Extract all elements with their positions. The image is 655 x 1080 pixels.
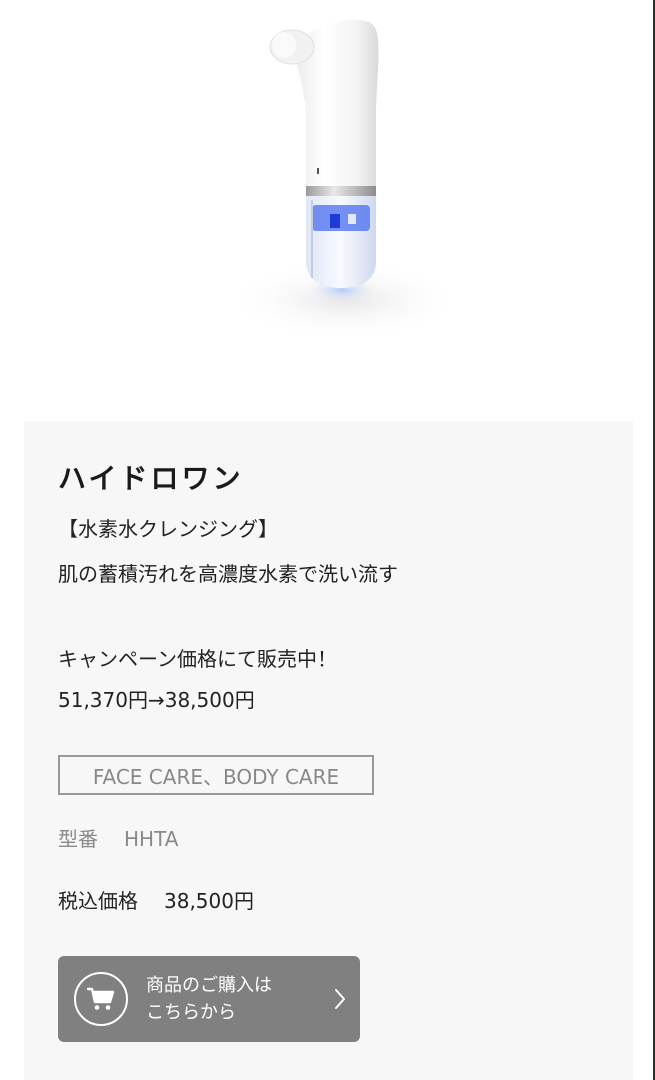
purchase-button[interactable]: 商品のご購入は こちらから <box>58 956 360 1042</box>
price-label: 税込価格 <box>58 889 138 913</box>
price-change-text: 51,370円→38,500円 <box>58 688 255 712</box>
cart-icon <box>74 972 128 1026</box>
category-tag-label: FACE CARE、BODY CARE <box>92 764 340 789</box>
chevron-right-icon <box>334 988 346 1014</box>
model-label: 型番 <box>58 827 98 851</box>
product-info-card: ハイドロワン 【水素水クレンジング】 肌の蓄積汚れを高濃度水素で洗い流す キャン… <box>24 421 633 1080</box>
product-image <box>0 0 653 420</box>
tax-included-price-row: 税込価格 38,500円 <box>58 887 254 915</box>
campaign-text: キャンペーン価格にて販売中！ <box>58 647 337 671</box>
model-number-row: 型番 HHTA <box>58 825 178 853</box>
category-tag[interactable]: FACE CARE、BODY CARE <box>58 755 374 795</box>
price-value: 38,500円 <box>164 889 254 913</box>
model-value: HHTA <box>124 827 179 851</box>
product-name: ハイドロワン <box>58 462 244 495</box>
product-subtitle: 【水素水クレンジング】 <box>58 517 278 541</box>
purchase-button-label: 商品のご購入は こちらから <box>146 975 272 1023</box>
product-tagline: 肌の蓄積汚れを高濃度水素で洗い流す <box>58 562 398 586</box>
